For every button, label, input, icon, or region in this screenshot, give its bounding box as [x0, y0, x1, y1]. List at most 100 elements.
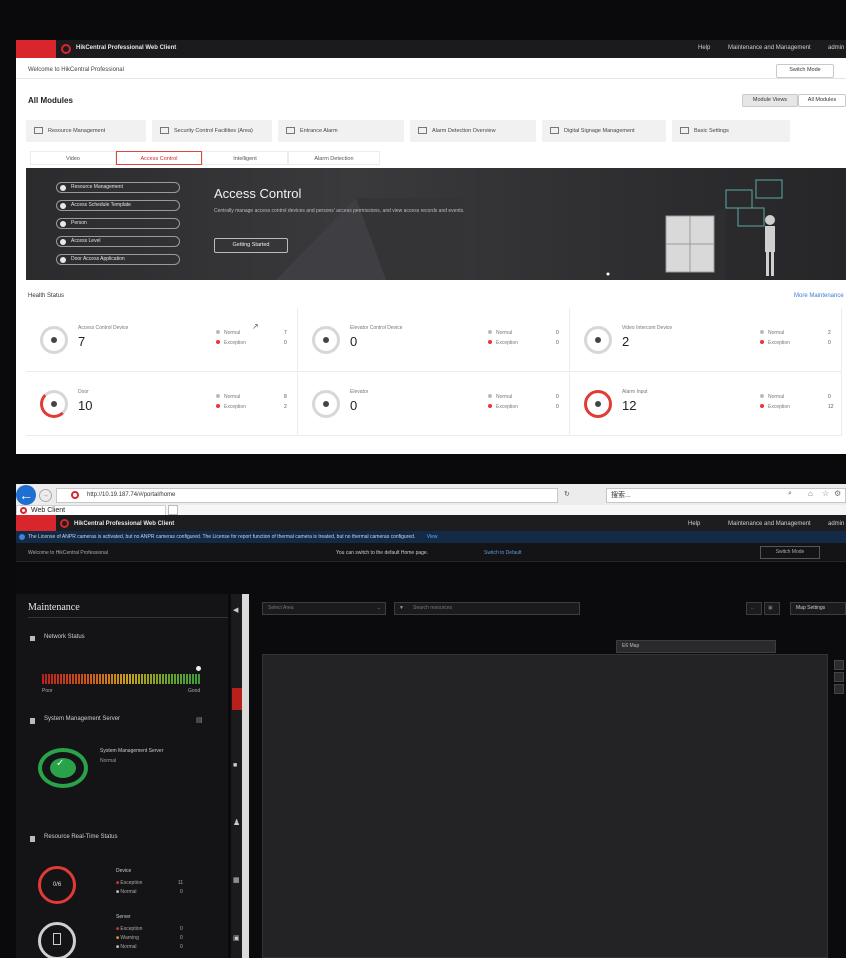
health-tile[interactable]: Door 10 Normal 8 Exception 2 — [26, 372, 298, 436]
server-section-title: System Management Server — [44, 716, 121, 722]
server-warning-count: 0 — [180, 935, 183, 941]
more-maintenance-link[interactable]: More Maintenance — [794, 293, 844, 299]
module-basic-settings[interactable]: Basic Settings — [672, 120, 790, 142]
getting-started-button[interactable]: Getting Started — [214, 238, 288, 253]
user-menu[interactable]: admin — [828, 521, 844, 527]
rail-collapse-icon[interactable]: ◀ — [233, 606, 238, 614]
step-label: Resource Management — [71, 184, 123, 190]
maintenance-link[interactable]: Maintenance and Management — [728, 521, 811, 527]
server-name: System Management Server — [100, 748, 164, 754]
menu-button[interactable] — [16, 515, 56, 531]
map-zoom-in-icon[interactable] — [834, 660, 844, 670]
back-arrow-icon[interactable]: ← — [16, 485, 36, 505]
step-access-schedule[interactable]: Access Schedule Template — [56, 200, 180, 211]
health-tile[interactable]: Access Control Device 7 Normal 7 Exception 0 — [26, 308, 298, 372]
switch-mode-button[interactable]: Switch Mode — [776, 64, 834, 78]
module-alarm-detection[interactable]: Alarm Detection Overview — [410, 120, 536, 142]
health-tile[interactable]: Elevator 0 Normal 0 Exception 0 — [298, 372, 570, 436]
normal-legend: Normal — [760, 394, 784, 400]
refresh-icon[interactable]: ↻ — [564, 490, 570, 498]
device-exception-count: 11 — [178, 880, 184, 886]
tab-access-control[interactable]: Access Control — [116, 151, 202, 165]
module-label: Security Control Facilities (Area) — [174, 128, 253, 134]
module-views-toggle[interactable]: Module Views — [742, 94, 798, 107]
map-settings-button[interactable]: Map Settings — [790, 602, 846, 615]
map-canvas[interactable] — [262, 654, 828, 958]
normal-legend: Normal — [488, 394, 512, 400]
module-security-control[interactable]: Security Control Facilities (Area) — [152, 120, 272, 142]
network-health-bar — [42, 674, 200, 684]
module-label: Alarm Detection Overview — [432, 128, 496, 134]
map-reset-icon[interactable] — [834, 684, 844, 694]
step-resource-management[interactable]: Resource Management — [56, 182, 180, 193]
forward-arrow-icon[interactable]: → — [39, 489, 52, 502]
user-menu[interactable]: admin — [828, 45, 844, 51]
address-bar[interactable]: http://10.19.187.74/#/portal/home — [56, 488, 558, 503]
welcome-text: Welcome to HikCentral Professional — [28, 550, 108, 556]
tab-alarm-detection[interactable]: Alarm Detection — [288, 151, 380, 165]
hikcentral-logo-icon — [60, 519, 69, 528]
map-zoom-out-icon[interactable] — [834, 672, 844, 682]
module-resource-management[interactable]: Resource Management — [26, 120, 146, 142]
step-icon — [60, 221, 66, 227]
rail-map-icon[interactable]: ■ — [233, 762, 237, 769]
tile-name: Door — [78, 389, 89, 395]
sidebar-title: Maintenance — [28, 602, 80, 613]
hikcentral-logo-icon — [61, 44, 71, 54]
browser-tab[interactable]: Web Client — [16, 505, 166, 515]
search-input[interactable]: ▼ Search resources — [394, 602, 580, 615]
module-entrance-alarm[interactable]: Entrance Alarm — [278, 120, 404, 142]
rail-device-icon[interactable]: ▣ — [233, 934, 240, 942]
server-list-icon[interactable]: ▤ — [196, 716, 203, 724]
map-select-dropdown[interactable]: E6 Map — [616, 640, 776, 653]
fullscreen-button[interactable]: ▣ — [764, 602, 780, 615]
server-icon — [30, 718, 35, 724]
new-tab-button[interactable] — [168, 505, 178, 515]
select-area-dropdown[interactable]: Select Area ⌄ — [262, 602, 386, 615]
exception-count: 0 — [284, 340, 287, 346]
legend-text: Warning — [120, 935, 139, 941]
help-link[interactable]: Help — [698, 45, 710, 51]
rail-calendar-icon[interactable]: ▦ — [233, 876, 240, 884]
scrollbar[interactable] — [242, 594, 249, 958]
access-control-banner: Resource Management Access Schedule Temp… — [26, 168, 846, 280]
search-placeholder: Search resources — [413, 605, 453, 611]
network-icon — [30, 636, 35, 641]
menu-button[interactable] — [16, 40, 56, 58]
normal-count: 0 — [556, 394, 559, 400]
tile-count: 7 — [78, 334, 86, 349]
all-modules-toggle[interactable]: All Modules — [798, 94, 846, 107]
health-tile[interactable]: Alarm Input 12 Normal 0 Exception 12 — [570, 372, 842, 436]
tab-intelligent[interactable]: Intelligent — [202, 151, 288, 165]
zoom-button[interactable]: ↔ — [746, 602, 762, 615]
normal-count: 0 — [828, 394, 831, 400]
signage-icon — [550, 127, 559, 134]
switch-mode-button[interactable]: Switch Mode — [760, 546, 820, 559]
tile-count: 10 — [78, 398, 93, 413]
status-ring-icon — [40, 326, 68, 354]
scale-high-label: Good — [188, 688, 201, 694]
search-icon[interactable]: ⌕ — [788, 490, 792, 498]
status-ring-icon — [312, 390, 340, 418]
home-icon[interactable]: ⌂ — [808, 489, 813, 498]
server-exception-count: 0 — [180, 926, 183, 932]
health-tile[interactable]: Video Intercom Device 2 Normal 2 Exception 0 — [570, 308, 842, 372]
favorites-star-icon[interactable]: ☆ — [822, 489, 829, 498]
step-door-access[interactable]: Door Access Application — [56, 254, 180, 265]
tab-video[interactable]: Video — [30, 151, 116, 165]
server-normal-label: ■ Normal — [116, 944, 137, 950]
maintenance-link[interactable]: Maintenance and Management — [728, 45, 811, 51]
settings-icon — [680, 127, 689, 134]
exception-legend: Exception — [488, 340, 518, 346]
step-access-level[interactable]: Access Level — [56, 236, 180, 247]
help-link[interactable]: Help — [688, 521, 700, 527]
notice-view-link[interactable]: View — [427, 534, 438, 540]
health-tile[interactable]: Elevator Control Device 0 Normal 0 Exception… — [298, 308, 570, 372]
rail-active-marker[interactable] — [232, 688, 242, 710]
status-ring-icon — [40, 390, 68, 418]
module-digital-signage[interactable]: Digital Signage Management — [542, 120, 666, 142]
rail-person-icon[interactable]: ♟ — [233, 818, 240, 827]
switch-default-link[interactable]: Switch to Default — [484, 550, 522, 556]
gear-icon[interactable]: ⚙ — [834, 489, 841, 498]
step-person[interactable]: Person — [56, 218, 180, 229]
